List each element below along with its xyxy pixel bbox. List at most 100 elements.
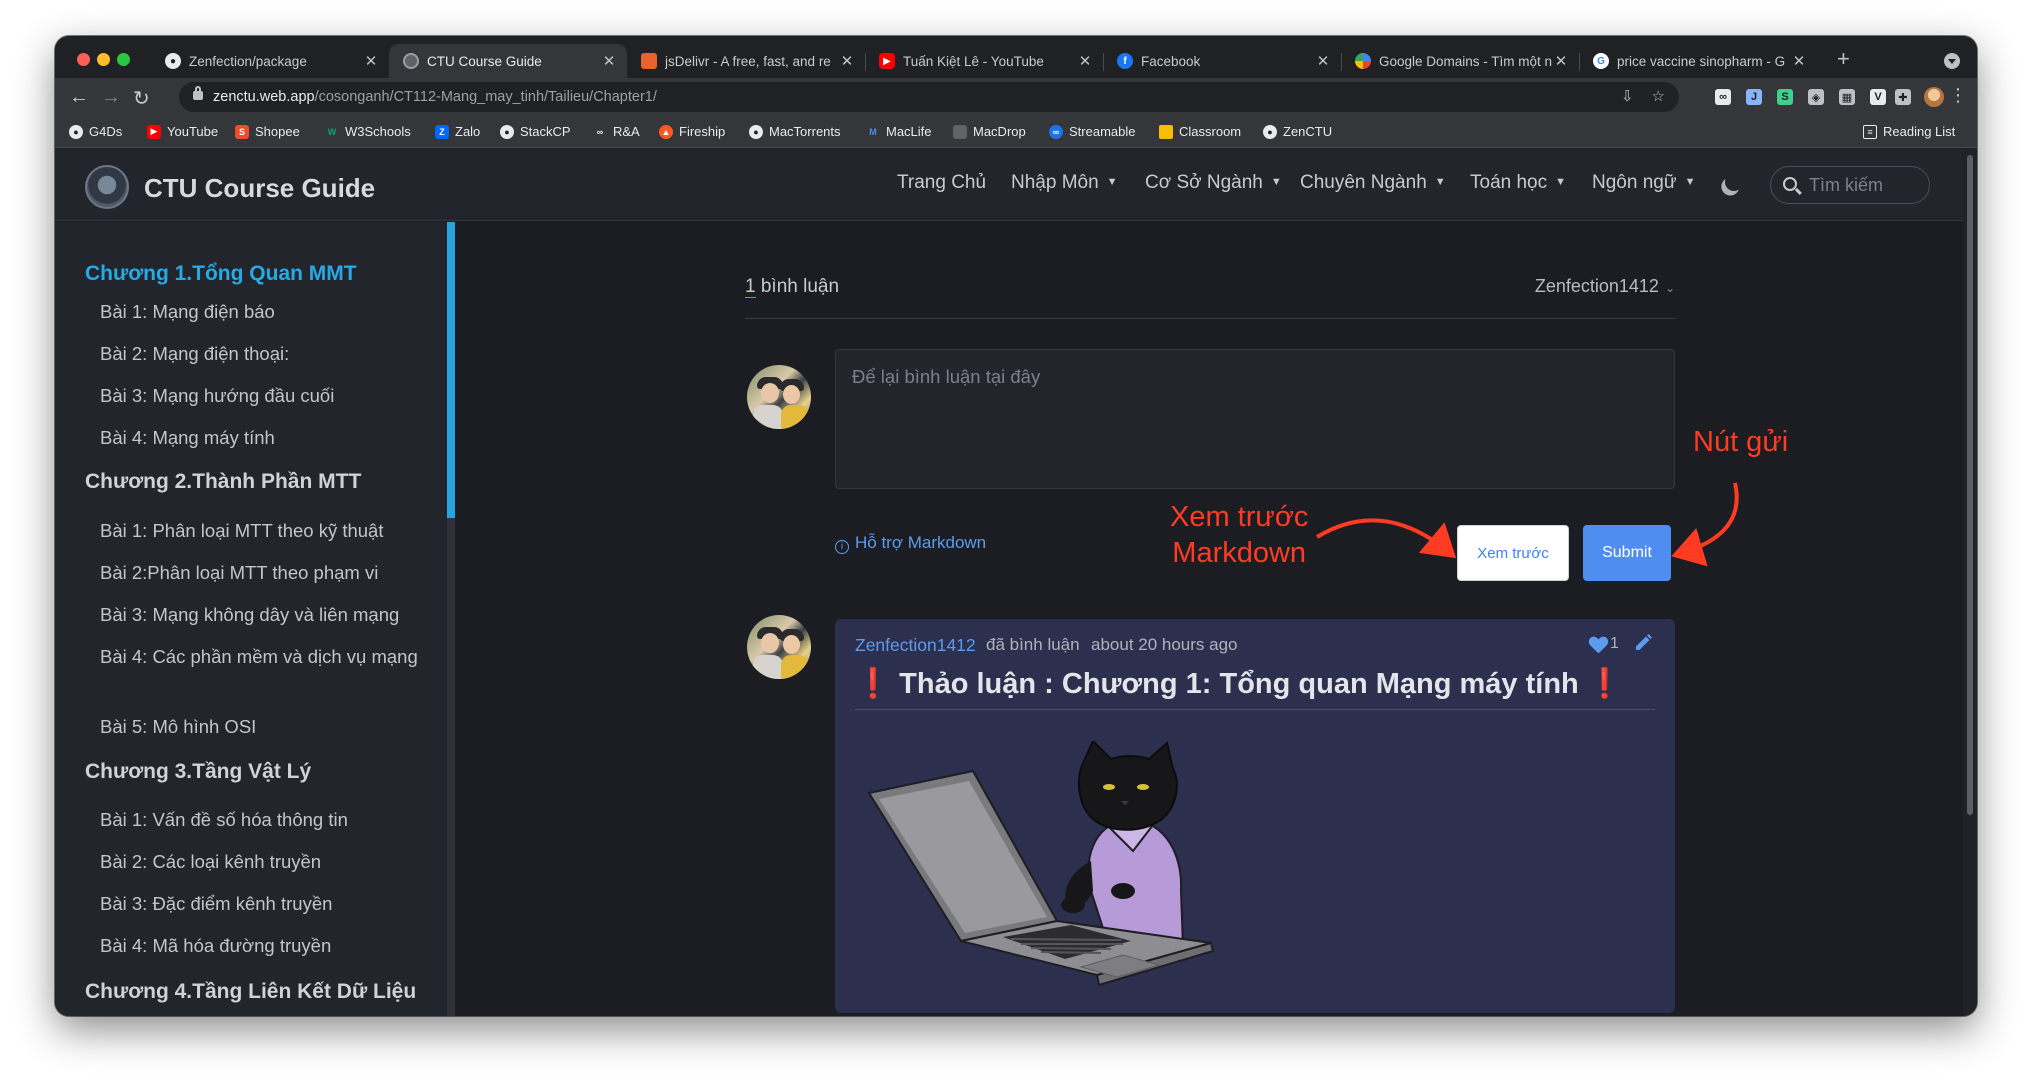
profile-avatar[interactable] (1924, 87, 1944, 107)
sidebar-chapter-4[interactable]: Chương 4.Tầng Liên Kết Dữ Liệu (85, 980, 416, 1004)
sidebar-lesson[interactable]: Bài 2: Mạng điện thoại: (100, 340, 440, 368)
preview-button[interactable]: Xem trước (1457, 525, 1569, 581)
avatar (747, 365, 811, 429)
tab-close-icon[interactable]: ✕ (1077, 52, 1093, 70)
reading-list-button[interactable]: ≡ Reading List (1863, 124, 1955, 139)
extension-icon[interactable]: ∞ (1715, 89, 1731, 105)
sidebar-lesson[interactable]: Bài 3: Mạng hướng đầu cuối (100, 382, 440, 410)
comment-author[interactable]: Zenfection1412 (855, 635, 976, 656)
tab-google-search[interactable]: G price vaccine sinopharm - G ✕ (1579, 44, 1817, 78)
user-menu[interactable]: Zenfection1412 ⌄ (1535, 276, 1675, 297)
comment-time[interactable]: about 20 hours ago (1091, 635, 1238, 655)
site-search[interactable] (1770, 166, 1930, 204)
bookmark-item[interactable]: ∞ Streamable (1049, 124, 1135, 139)
sidebar-lesson[interactable]: Bài 4: Mạng máy tính (100, 424, 440, 452)
bookmark-item[interactable]: ▶ YouTube (147, 124, 218, 139)
forward-icon[interactable]: → (101, 86, 121, 109)
nav-home[interactable]: Trang Chủ (897, 172, 986, 194)
sidebar-lesson[interactable]: Bài 4: Các phần mềm và dịch vụ mạng (100, 643, 440, 671)
browser-menu-icon[interactable]: ⋮ (1949, 85, 1967, 106)
reload-icon[interactable]: ↻ (133, 86, 150, 111)
extension-grid-icon[interactable]: ▦ (1839, 89, 1855, 105)
extension-v-icon[interactable]: V (1870, 89, 1886, 105)
sidebar-lesson[interactable]: Bài 3: Đặc điểm kênh truyền (100, 890, 440, 918)
sidebar-lesson[interactable]: Bài 4: Mã hóa đường truyền (100, 932, 440, 960)
search-input[interactable] (1809, 175, 1919, 196)
comment-count: 1 bình luận (745, 276, 840, 298)
minimize-window-button[interactable] (97, 53, 110, 66)
tab-facebook[interactable]: f Facebook ✕ (1103, 44, 1341, 78)
bookmark-item[interactable]: MacDrop (953, 124, 1026, 139)
avatar (747, 615, 811, 679)
sidebar-chapter-2[interactable]: Chương 2.Thành Phần MTT (85, 470, 361, 494)
comment-input[interactable] (836, 350, 1674, 488)
page-scrollbar[interactable] (1963, 149, 1977, 1016)
install-app-icon[interactable]: ⇩ (1621, 87, 1634, 105)
sidebar-lesson[interactable]: Bài 1: Vấn đề số hóa thông tin (100, 806, 440, 834)
heart-icon[interactable] (1589, 637, 1607, 653)
stackcp-icon: ● (500, 124, 514, 139)
bookmark-item[interactable]: ∞ R&A (593, 124, 640, 139)
sidebar-lesson[interactable]: Bài 2: Các loại kênh truyền (100, 848, 440, 876)
nav-chuyen-nganh[interactable]: Chuyên Ngành ▼ (1300, 172, 1446, 194)
sidebar-lesson[interactable]: Bài 5: Mô hình OSI (100, 713, 440, 741)
nav-co-so-nganh[interactable]: Cơ Sở Ngành ▼ (1145, 172, 1282, 194)
url-text[interactable]: zenctu.web.app/cosonganh/CT112-Mang_may_… (213, 89, 657, 105)
sidebar-chapter-1[interactable]: Chương 1.Tổng Quan MMT (85, 262, 357, 286)
markdown-support-link[interactable]: i Hỗ trợ Markdown (835, 533, 986, 554)
back-icon[interactable]: ← (69, 86, 89, 109)
extension-s-icon[interactable]: S (1777, 89, 1793, 105)
tab-ctu-course-guide[interactable]: CTU Course Guide ✕ (389, 44, 627, 78)
chevron-down-icon: ▼ (1555, 176, 1567, 188)
tab-close-icon[interactable]: ✕ (363, 52, 379, 70)
tab-close-icon[interactable]: ✕ (1315, 52, 1331, 70)
sidebar-lesson[interactable]: Bài 1: Phân loại MTT theo kỹ thuật (100, 517, 440, 545)
address-bar[interactable]: zenctu.web.app/cosonganh/CT112-Mang_may_… (179, 82, 1679, 112)
extensions-puzzle-icon[interactable]: ✚ (1895, 89, 1911, 105)
tab-close-icon[interactable]: ✕ (1791, 52, 1807, 70)
close-window-button[interactable] (77, 53, 90, 66)
tab-jsdelivr[interactable]: jsDelivr - A free, fast, and re ✕ (627, 44, 865, 78)
bookmark-item[interactable]: W W3Schools (325, 124, 411, 139)
sidebar-chapter-3[interactable]: Chương 3.Tầng Vật Lý (85, 760, 311, 784)
annotation-submit: Nút gửi (1693, 426, 1789, 458)
nav-nhap-mon[interactable]: Nhập Môn ▼ (1011, 172, 1118, 194)
bookmark-item[interactable]: ● StackCP (500, 124, 571, 139)
bookmark-item[interactable]: Classroom (1159, 124, 1241, 139)
nav-toan-hoc[interactable]: Toán học ▼ (1470, 172, 1566, 194)
tab-search-icon[interactable] (1944, 53, 1960, 69)
tab-youtube[interactable]: ▶ Tuấn Kiệt Lê - YouTube ✕ (865, 44, 1103, 78)
bookmark-item[interactable]: S Shopee (235, 124, 300, 139)
tab-close-icon[interactable]: ✕ (839, 52, 855, 70)
edit-pencil-icon[interactable] (1633, 633, 1653, 653)
bookmark-item[interactable]: ● ZenCTU (1263, 124, 1332, 139)
reading-list-icon: ≡ (1863, 124, 1877, 139)
extension-shield-icon[interactable]: ◈ (1808, 89, 1824, 105)
bookmark-item[interactable]: ▲ Fireship (659, 124, 725, 139)
bookmark-item[interactable]: ● MacTorrents (749, 124, 841, 139)
sidebar-scrollbar[interactable] (447, 222, 455, 1016)
site-title[interactable]: CTU Course Guide (144, 173, 375, 204)
extension-j-icon[interactable]: J (1746, 89, 1762, 105)
bookmark-star-icon[interactable]: ☆ (1652, 87, 1665, 105)
bookmarks-bar: ● G4Ds ▶ YouTube S Shopee W W3Schools Z Zalo … (55, 116, 1977, 148)
bookmark-item[interactable]: M MacLife (866, 124, 931, 139)
dark-mode-toggle-icon[interactable] (1722, 170, 1745, 193)
tab-zenfection-package[interactable]: ● Zenfection/package ✕ (151, 44, 389, 78)
bookmark-item[interactable]: Z Zalo (435, 124, 480, 139)
new-tab-button[interactable]: + (1837, 46, 1850, 72)
tab-close-icon[interactable]: ✕ (1553, 52, 1569, 70)
github-icon: ● (165, 53, 181, 69)
w3schools-icon: W (327, 126, 337, 137)
sidebar: Chương 1.Tổng Quan MMT Bài 1: Mạng điện … (55, 222, 455, 1016)
nav-ngon-ngu[interactable]: Ngôn ngữ ▼ (1592, 172, 1695, 194)
tab-close-icon[interactable]: ✕ (601, 52, 617, 70)
zoom-window-button[interactable] (117, 53, 130, 66)
sidebar-lesson[interactable]: Bài 3: Mạng không dây và liên mạng (100, 601, 440, 629)
bookmark-item[interactable]: ● G4Ds (69, 124, 122, 139)
submit-button[interactable]: Submit (1583, 525, 1671, 581)
site-logo[interactable] (85, 165, 129, 209)
tab-google-domains[interactable]: Google Domains - Tìm một n ✕ (1341, 44, 1579, 78)
sidebar-lesson[interactable]: Bài 1: Mạng điện báo (100, 298, 440, 326)
sidebar-lesson[interactable]: Bài 2:Phân loại MTT theo phạm vi (100, 559, 440, 587)
